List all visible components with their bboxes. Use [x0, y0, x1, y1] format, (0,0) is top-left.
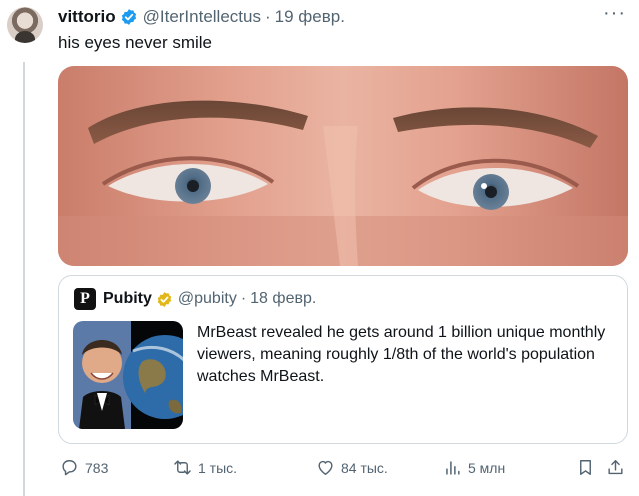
quoted-tweet-thumbnail	[73, 321, 183, 429]
views-button[interactable]: 5 млн	[443, 458, 505, 477]
thread-line	[23, 62, 25, 496]
bookmark-button[interactable]	[576, 458, 595, 477]
tweet-text: his eyes never smile	[58, 33, 213, 52]
verified-badge-icon	[121, 9, 136, 25]
quoted-separator: ·	[240, 290, 247, 307]
tweet-date[interactable]: 19 февр.	[275, 7, 345, 27]
verified-gold-badge-icon	[157, 291, 172, 307]
heart-icon	[318, 460, 333, 475]
reply-button[interactable]: 783	[60, 458, 108, 477]
author-name[interactable]: vittorio	[58, 7, 116, 27]
quoted-tweet[interactable]: P Pubity @pubity · 18 февр. MrBeast reve…	[58, 275, 628, 444]
separator: ·	[264, 7, 271, 26]
quoted-tweet-header: Pubity @pubity · 18 февр.	[103, 288, 316, 310]
views-count: 5 млн	[468, 459, 506, 476]
more-options-icon[interactable]: ···	[603, 3, 626, 23]
eyes-photo-image	[58, 66, 628, 266]
like-count: 84 тыс.	[341, 459, 388, 476]
retweet-count: 1 тыс.	[198, 459, 238, 476]
quoted-tweet-text: MrBeast revealed he gets around 1 billio…	[197, 324, 606, 385]
author-handle[interactable]: @IterIntellectus	[143, 7, 261, 27]
avatar[interactable]	[7, 7, 43, 43]
share-button[interactable]	[606, 458, 625, 477]
tweet-photo[interactable]	[58, 66, 628, 266]
retweet-button[interactable]: 1 тыс.	[173, 458, 237, 477]
quoted-tweet-date: 18 февр.	[250, 290, 317, 307]
tweet-actions: 783 1 тыс. 84 тыс. 5 млн	[58, 458, 628, 482]
quoted-author-handle[interactable]: @pubity	[178, 290, 237, 308]
reply-count: 783	[85, 459, 109, 476]
share-icon	[608, 460, 623, 475]
like-button[interactable]: 84 тыс.	[316, 458, 388, 477]
tweet-header: vittorio @IterIntellectus · 19 февр.	[58, 6, 345, 28]
thumbnail-image	[73, 321, 183, 429]
bookmark-icon	[580, 460, 591, 475]
pubity-logo: P	[74, 288, 96, 310]
reply-icon	[62, 460, 77, 476]
quoted-author-name[interactable]: Pubity	[103, 290, 152, 308]
views-icon	[446, 461, 460, 475]
retweet-icon	[174, 460, 191, 475]
